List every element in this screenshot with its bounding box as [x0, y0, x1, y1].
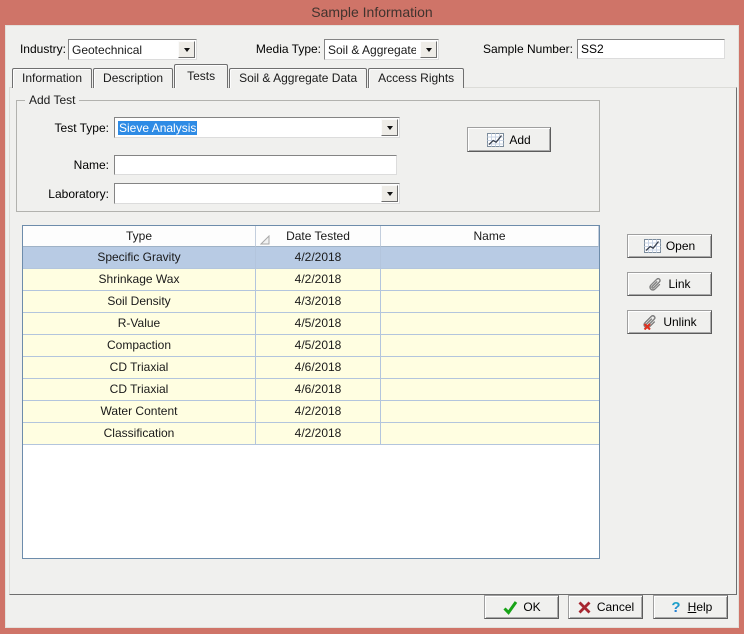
table-row[interactable]: Water Content 4/2/2018 — [23, 401, 599, 423]
cell-name — [381, 401, 599, 423]
cell-type: Soil Density — [23, 291, 256, 313]
cell-name — [381, 247, 599, 269]
table-row[interactable]: Soil Density 4/3/2018 — [23, 291, 599, 313]
cell-type: CD Triaxial — [23, 357, 256, 379]
laboratory-value — [118, 186, 377, 202]
cell-date-tested: 4/2/2018 — [256, 269, 381, 291]
cell-date-tested: 4/6/2018 — [256, 357, 381, 379]
laboratory-label: Laboratory: — [20, 187, 109, 201]
table-row[interactable]: CD Triaxial 4/6/2018 — [23, 379, 599, 401]
column-header-type[interactable]: Type — [23, 226, 256, 247]
tab-access-rights[interactable]: Access Rights — [368, 68, 464, 88]
cell-type: R-Value — [23, 313, 256, 335]
chart-icon — [487, 133, 504, 147]
industry-value: Geotechnical — [72, 42, 174, 58]
add-test-button[interactable]: Add — [467, 127, 551, 152]
test-name-label: Name: — [20, 158, 109, 172]
table-row[interactable]: Shrinkage Wax 4/2/2018 — [23, 269, 599, 291]
help-button[interactable]: ? Help — [653, 595, 728, 619]
table-row[interactable]: R-Value 4/5/2018 — [23, 313, 599, 335]
link-button[interactable]: Link — [627, 272, 712, 296]
tab-information[interactable]: Information — [12, 68, 92, 88]
cell-date-tested: 4/6/2018 — [256, 379, 381, 401]
dropdown-arrow-icon[interactable] — [381, 119, 398, 136]
chart-icon — [644, 239, 661, 253]
paperclip-broken-icon — [642, 314, 658, 330]
cell-name — [381, 357, 599, 379]
cell-name — [381, 313, 599, 335]
cancel-button[interactable]: Cancel — [568, 595, 643, 619]
open-button[interactable]: Open — [627, 234, 712, 258]
add-test-group-label: Add Test — [25, 93, 79, 107]
tab-tests[interactable]: Tests — [174, 64, 228, 88]
industry-dropdown[interactable]: Geotechnical — [68, 39, 197, 60]
sample-number-input[interactable] — [577, 39, 725, 59]
cell-date-tested: 4/3/2018 — [256, 291, 381, 313]
media-type-dropdown[interactable]: Soil & Aggregates — [324, 39, 439, 60]
table-row[interactable]: Compaction 4/5/2018 — [23, 335, 599, 357]
tab-bar: Information Description Tests Soil & Agg… — [12, 64, 465, 88]
sample-number-label: Sample Number: — [466, 42, 573, 56]
dropdown-arrow-icon[interactable] — [178, 41, 195, 58]
x-icon — [577, 600, 592, 615]
tests-table: Type Date Tested Name Specific Gravity 4… — [22, 225, 600, 559]
industry-label: Industry: — [16, 42, 66, 56]
cell-date-tested: 4/5/2018 — [256, 335, 381, 357]
test-type-label: Test Type: — [20, 121, 109, 135]
tab-description[interactable]: Description — [93, 68, 173, 88]
cell-name — [381, 291, 599, 313]
cell-date-tested: 4/2/2018 — [256, 423, 381, 445]
svg-text:?: ? — [671, 599, 680, 615]
unlink-button[interactable]: Unlink — [627, 310, 712, 334]
table-row[interactable]: CD Triaxial 4/6/2018 — [23, 357, 599, 379]
cell-type: CD Triaxial — [23, 379, 256, 401]
cell-date-tested: 4/5/2018 — [256, 313, 381, 335]
sample-information-dialog: Sample Information Industry: Geotechnica… — [0, 0, 744, 634]
cell-name — [381, 423, 599, 445]
table-row[interactable]: Specific Gravity 4/2/2018 — [23, 247, 599, 269]
table-header-row: Type Date Tested Name — [23, 226, 599, 247]
cell-type: Shrinkage Wax — [23, 269, 256, 291]
cell-date-tested: 4/2/2018 — [256, 247, 381, 269]
question-icon: ? — [669, 599, 683, 615]
test-type-selected-text: Sieve Analysis — [118, 121, 197, 135]
dropdown-arrow-icon[interactable] — [420, 41, 437, 58]
cell-type: Specific Gravity — [23, 247, 256, 269]
tab-soil-aggregate-data[interactable]: Soil & Aggregate Data — [229, 68, 367, 88]
cell-name — [381, 269, 599, 291]
cell-type: Compaction — [23, 335, 256, 357]
cell-date-tested: 4/2/2018 — [256, 401, 381, 423]
cell-name — [381, 379, 599, 401]
cell-type: Water Content — [23, 401, 256, 423]
column-header-name[interactable]: Name — [381, 226, 599, 247]
test-type-dropdown[interactable]: Sieve Analysis — [114, 117, 400, 138]
table-empty-area — [23, 445, 599, 558]
tests-tab-panel: Add Test Test Type: Sieve Analysis Add N… — [9, 87, 737, 595]
dropdown-arrow-icon[interactable] — [381, 185, 398, 202]
paperclip-icon — [648, 277, 663, 292]
media-type-value: Soil & Aggregates — [328, 42, 416, 58]
dialog-body: Industry: Geotechnical Media Type: Soil … — [5, 25, 739, 628]
window-title: Sample Information — [311, 4, 432, 20]
media-type-label: Media Type: — [246, 42, 321, 56]
laboratory-dropdown[interactable] — [114, 183, 400, 204]
cell-type: Classification — [23, 423, 256, 445]
title-bar: Sample Information — [0, 0, 744, 25]
sort-ascending-icon — [260, 231, 270, 247]
ok-button[interactable]: OK — [484, 595, 559, 619]
test-name-input[interactable] — [114, 155, 397, 175]
column-header-date-tested[interactable]: Date Tested — [256, 226, 381, 247]
table-row[interactable]: Classification 4/2/2018 — [23, 423, 599, 445]
cell-name — [381, 335, 599, 357]
check-icon — [502, 600, 518, 615]
